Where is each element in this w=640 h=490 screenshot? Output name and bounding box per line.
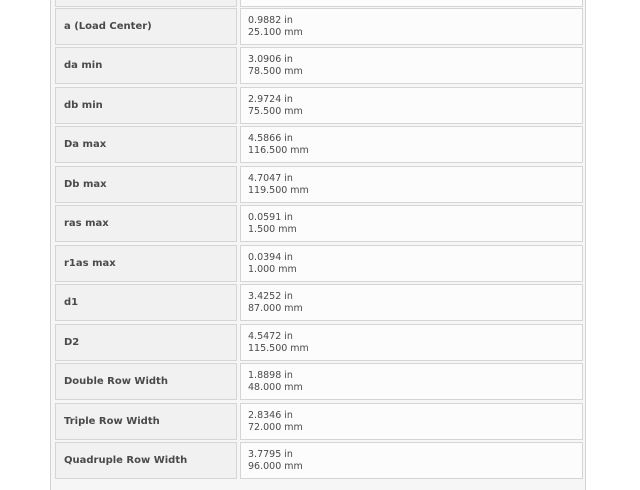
spec-label-cell: da min <box>55 47 237 84</box>
spec-value-cell: 3.4252 in 87.000 mm <box>240 284 583 321</box>
spec-value-millimeters: 25.100 mm <box>248 27 303 38</box>
table-row: db min 2.9724 in 75.500 mm <box>55 87 583 124</box>
spec-label: Quadruple Row Width <box>64 455 188 466</box>
spec-value-inches: 2.9724 in <box>248 94 293 105</box>
spec-label: ras max <box>64 218 109 229</box>
spec-value-cell: 3.7795 in 96.000 mm <box>240 442 583 479</box>
spec-value-cell: 1.8898 in 48.000 mm <box>240 363 583 400</box>
spec-value-cell: 0.9882 in 25.100 mm <box>240 8 583 45</box>
spec-value-millimeters: 116.500 mm <box>248 145 309 156</box>
spec-value-millimeters: 1.000 mm <box>248 264 297 275</box>
spec-value-inches: 0.0591 in <box>248 212 293 223</box>
table-row: ras max 0.0591 in 1.500 mm <box>55 205 583 242</box>
spec-label-cell: D2 <box>55 324 237 361</box>
table-row: Db max 4.7047 in 119.500 mm <box>55 166 583 203</box>
spec-value-cell <box>240 0 583 7</box>
spec-value-inches: 4.5866 in <box>248 133 293 144</box>
spec-label: Double Row Width <box>64 376 168 387</box>
spec-label: Db max <box>64 179 107 190</box>
spec-value-cell: 0.0394 in 1.000 mm <box>240 245 583 282</box>
spec-label-cell: d1 <box>55 284 237 321</box>
spec-value-cell: 0.0591 in 1.500 mm <box>240 205 583 242</box>
spec-value-inches: 3.4252 in <box>248 291 293 302</box>
spec-value-cell: 2.9724 in 75.500 mm <box>240 87 583 124</box>
table-row: Quadruple Row Width 3.7795 in 96.000 mm <box>55 442 583 479</box>
spec-label-cell: db min <box>55 87 237 124</box>
spec-label: Da max <box>64 139 107 150</box>
spec-label: db min <box>64 100 103 111</box>
specifications-panel: a (Load Center) 0.9882 in 25.100 mm da m… <box>50 0 586 490</box>
spec-value-cell: 4.7047 in 119.500 mm <box>240 166 583 203</box>
table-row: d1 3.4252 in 87.000 mm <box>55 284 583 321</box>
spec-label-cell: Db max <box>55 166 237 203</box>
spec-value-cell: 2.8346 in 72.000 mm <box>240 403 583 440</box>
spec-value-inches: 4.7047 in <box>248 173 293 184</box>
spec-value-millimeters: 96.000 mm <box>248 461 303 472</box>
spec-label: D2 <box>64 337 80 348</box>
spec-label-cell <box>55 0 237 7</box>
table-row: Triple Row Width 2.8346 in 72.000 mm <box>55 403 583 440</box>
table-row: da min 3.0906 in 78.500 mm <box>55 47 583 84</box>
spec-label: da min <box>64 60 103 71</box>
table-row: Da max 4.5866 in 116.500 mm <box>55 126 583 163</box>
spec-value-inches: 1.8898 in <box>248 370 293 381</box>
spec-value-millimeters: 78.500 mm <box>248 66 303 77</box>
table-row <box>55 0 583 7</box>
spec-value-millimeters: 72.000 mm <box>248 422 303 433</box>
spec-value-millimeters: 87.000 mm <box>248 303 303 314</box>
spec-value-inches: 0.0394 in <box>248 252 293 263</box>
spec-label-cell: Quadruple Row Width <box>55 442 237 479</box>
spec-label-cell: ras max <box>55 205 237 242</box>
spec-value-millimeters: 119.500 mm <box>248 185 309 196</box>
table-row: D2 4.5472 in 115.500 mm <box>55 324 583 361</box>
spec-value-millimeters: 1.500 mm <box>248 224 297 235</box>
spec-value-cell: 4.5866 in 116.500 mm <box>240 126 583 163</box>
spec-value-cell: 3.0906 in 78.500 mm <box>240 47 583 84</box>
table-row: r1as max 0.0394 in 1.000 mm <box>55 245 583 282</box>
spec-label-cell: Triple Row Width <box>55 403 237 440</box>
spec-value-millimeters: 48.000 mm <box>248 382 303 393</box>
spec-value-inches: 0.9882 in <box>248 15 293 26</box>
spec-label: r1as max <box>64 258 116 269</box>
spec-label: a (Load Center) <box>64 21 152 32</box>
spec-label: d1 <box>64 297 79 308</box>
spec-value-inches: 3.7795 in <box>248 449 293 460</box>
table-row: a (Load Center) 0.9882 in 25.100 mm <box>55 8 583 45</box>
spec-label-cell: Double Row Width <box>55 363 237 400</box>
spec-label-cell: Da max <box>55 126 237 163</box>
spec-value-millimeters: 115.500 mm <box>248 343 309 354</box>
spec-value-millimeters: 75.500 mm <box>248 106 303 117</box>
table-row: Double Row Width 1.8898 in 48.000 mm <box>55 363 583 400</box>
spec-label-cell: a (Load Center) <box>55 8 237 45</box>
spec-value-inches: 4.5472 in <box>248 331 293 342</box>
spec-value-cell: 4.5472 in 115.500 mm <box>240 324 583 361</box>
spec-label: Triple Row Width <box>64 416 160 427</box>
spec-value-inches: 2.8346 in <box>248 410 293 421</box>
spec-label-cell: r1as max <box>55 245 237 282</box>
spec-value-inches: 3.0906 in <box>248 54 293 65</box>
